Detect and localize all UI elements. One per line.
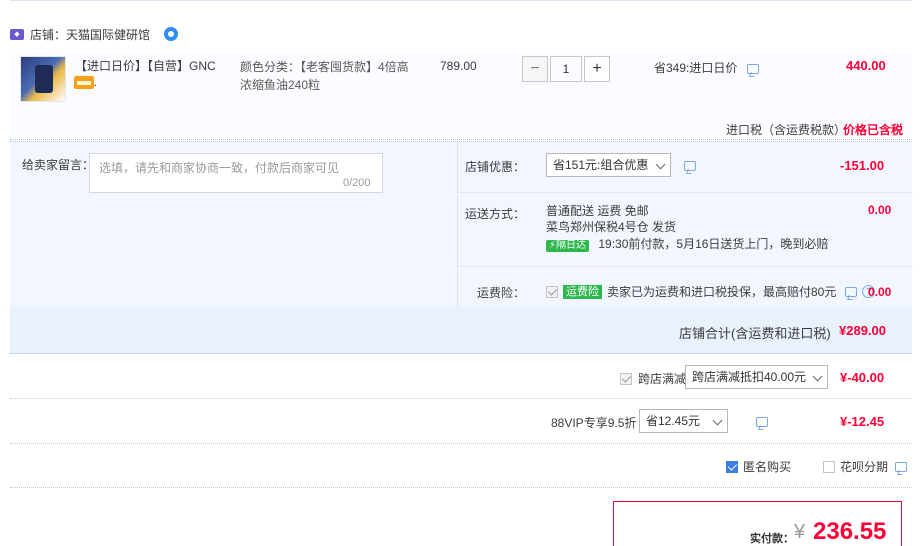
shop-total-label: 店铺合计(含运费和进口税) — [679, 326, 831, 341]
comment-icon[interactable] — [756, 417, 769, 427]
cross-shop-row: 跨店满减 — [620, 370, 686, 387]
shipping-fee: 0.00 — [868, 203, 892, 217]
huabei-checkbox[interactable] — [823, 460, 835, 473]
pay-label: 实付款： — [750, 533, 794, 545]
chevron-down-icon — [812, 371, 823, 382]
cross-shop-selected: 跨店满减抵扣40.00元 — [692, 370, 807, 384]
shipping-delivery: ⚡隔日达 19:30前付款，5月16日送货上门，晚到必赔 — [546, 236, 828, 252]
product-image[interactable] — [20, 56, 66, 102]
product-title[interactable]: 【进口日价】【自营】GNC健... — [75, 58, 230, 90]
insurance-checkbox[interactable] — [546, 285, 558, 298]
item-saving: 省349:进口日价 — [654, 59, 759, 76]
cross-shop-value: ¥-40.00 — [840, 370, 885, 385]
item-saving-text: 省349:进口日价 — [654, 61, 738, 75]
divider — [10, 443, 912, 444]
cross-shop-label: 跨店满减 — [638, 372, 687, 386]
next-day-badge: ⚡隔日达 — [546, 240, 590, 252]
increase-quantity-button[interactable]: + — [584, 56, 610, 82]
insurance-text: 卖家已为运费和进口税投保，最高赔付80元 — [607, 285, 837, 299]
message-placeholder: 选填，请先和商家协商一致，付款后商家可见 — [99, 161, 340, 175]
chevron-down-icon — [655, 159, 666, 170]
shop-discount-label: 店铺优惠： — [464, 160, 525, 174]
message-label: 给卖家留言： — [22, 158, 95, 172]
shipping-method: 普通配送 运费 免邮 — [546, 204, 649, 218]
insurance-row: 运费险 卖家已为运费和进口税投保，最高赔付80元 ? — [546, 283, 876, 300]
next-day-badge-text: 隔日达 — [556, 240, 587, 251]
wangwang-chat-icon[interactable] — [164, 27, 179, 41]
quantity-input[interactable]: 1 — [550, 56, 582, 82]
huabei-option[interactable]: 花呗分期 — [823, 458, 908, 475]
anonymous-label: 匿名购买 — [743, 460, 792, 474]
pay-amount: 236.55 — [813, 518, 887, 545]
vip-discount-value: ¥-12.45 — [840, 414, 885, 429]
vip-discount-label: 88VIP专享9.5折 — [551, 416, 637, 430]
anonymous-option[interactable]: 匿名购买 — [726, 458, 791, 475]
item-total: 440.00 — [846, 58, 886, 73]
vip-discount-selected: 省12.45元 — [646, 414, 701, 428]
tmall-shop-icon: ◆ — [10, 28, 24, 40]
quantity-stepper: − 1 + — [522, 56, 610, 82]
import-tax-value: 价格已含税 — [843, 123, 904, 137]
insurance-badge: 运费险 — [563, 284, 602, 299]
top-border — [0, 0, 922, 2]
comment-icon[interactable] — [845, 286, 858, 297]
unit-price: 789.00 — [440, 59, 477, 73]
shipping-warehouse: 菜鸟郑州保税4号仓 发货 — [546, 220, 677, 234]
pay-currency: ¥ — [794, 521, 806, 543]
comment-icon[interactable] — [895, 461, 908, 472]
comment-icon[interactable] — [746, 64, 759, 74]
decrease-quantity-button[interactable]: − — [522, 56, 548, 82]
cross-shop-checkbox[interactable] — [620, 372, 632, 385]
chevron-down-icon — [712, 415, 723, 426]
shop-discount-selected: 省151元:组合优惠 — [553, 158, 649, 172]
delivery-promise: 19:30前付款，5月16日送货上门，晚到必赔 — [598, 237, 829, 251]
shipping-label: 运送方式： — [464, 207, 525, 221]
shop-total-value: ¥289.00 — [839, 323, 886, 338]
coupon-icon — [74, 76, 94, 89]
divider — [10, 487, 912, 488]
message-char-count: 0/200 — [343, 177, 371, 189]
vip-discount-select[interactable]: 省12.45元 — [639, 409, 728, 433]
insurance-value: 0.00 — [868, 285, 892, 299]
comment-icon[interactable] — [684, 161, 696, 171]
shop-name[interactable]: 店铺：天猫国际健研馆 — [30, 26, 150, 43]
insurance-label: 运费险： — [476, 286, 525, 300]
huabei-label: 花呗分期 — [840, 460, 889, 474]
divider — [10, 398, 912, 399]
product-sku: 颜色分类：【老客囤货款】4倍高浓缩鱼油240粒 — [240, 60, 409, 92]
import-tax-label: 进口税（含运费税款） — [726, 123, 847, 137]
anonymous-checkbox[interactable] — [726, 460, 738, 473]
shop-discount-value: -151.00 — [840, 158, 885, 173]
shop-discount-select[interactable]: 省151元:组合优惠 — [546, 153, 671, 177]
shop-header: ◆ 店铺：天猫国际健研馆 — [10, 26, 179, 43]
cross-shop-select[interactable]: 跨店满减抵扣40.00元 — [685, 365, 828, 389]
